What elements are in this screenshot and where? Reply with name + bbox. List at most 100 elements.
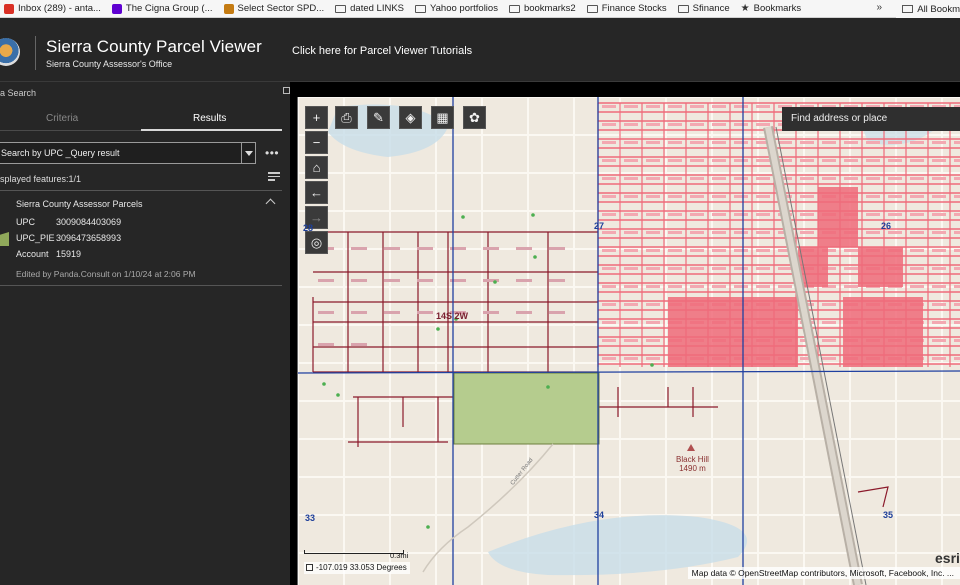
parcel-label xyxy=(734,159,748,162)
bookmark-item[interactable]: Select Sector SPD... xyxy=(220,3,332,14)
folder-icon xyxy=(677,4,689,13)
ruler-icon: ✎ xyxy=(373,109,384,125)
coordinate-readout[interactable]: -107.019 33.053 Degrees xyxy=(304,562,410,574)
attribute-row: UPC_PIE3096473658993 xyxy=(16,233,121,243)
parcel-label xyxy=(602,105,616,108)
parcel-label xyxy=(756,267,770,270)
all-bookmarks-label: All Bookm xyxy=(917,3,960,15)
parcel-label xyxy=(646,249,660,252)
parcel-label xyxy=(954,249,960,252)
parcel-label xyxy=(778,285,792,288)
zoom-in-button[interactable]: + xyxy=(305,106,328,129)
parcel-label xyxy=(866,159,880,162)
maximize-icon[interactable] xyxy=(283,87,290,94)
edited-info: Edited by Panda.Consult on 1/10/24 at 2:… xyxy=(16,269,196,279)
active-tab-indicator xyxy=(141,129,282,131)
parcel-label xyxy=(624,249,638,252)
well-point xyxy=(322,382,326,386)
find-address-input[interactable]: Find address or place xyxy=(782,107,960,131)
parcel-label xyxy=(932,339,946,342)
folder-icon xyxy=(586,4,598,13)
zoom-out-button[interactable]: − xyxy=(305,131,328,154)
search-panel: a Search Criteria Results Search by UPC … xyxy=(0,82,290,585)
bookmark-item[interactable]: Inbox (289) - anta... xyxy=(0,3,108,14)
features-count: splayed features:1/1 xyxy=(0,174,82,184)
parcel-label xyxy=(844,159,858,162)
tab-results[interactable]: Results xyxy=(193,113,226,124)
parcel-label xyxy=(602,285,616,288)
parcel-label xyxy=(954,141,960,144)
parcel-label xyxy=(734,123,748,126)
parcel-block xyxy=(843,297,923,367)
bookmark-item[interactable]: The Cigna Group (... xyxy=(108,3,220,14)
bookmark-label: Inbox (289) - anta... xyxy=(18,3,101,14)
parcel-label xyxy=(734,177,748,180)
parcel-label xyxy=(734,141,748,144)
list-options-icon[interactable] xyxy=(268,172,280,182)
parcel-label xyxy=(549,247,565,250)
bookmark-item[interactable]: bookmarks2 xyxy=(505,3,583,14)
parcel-label xyxy=(646,159,660,162)
parcel-label xyxy=(668,105,682,108)
parcel-label xyxy=(910,231,924,234)
home-button[interactable]: ⌂ xyxy=(305,156,328,179)
well-point xyxy=(531,213,535,217)
parcel-label xyxy=(624,339,638,342)
parcel-label xyxy=(624,213,638,216)
parcel-label xyxy=(932,195,946,198)
query-select[interactable]: Search by UPC _Query result xyxy=(0,142,256,164)
parcel-label xyxy=(822,177,836,180)
bookmarks-overflow-button[interactable]: » xyxy=(876,2,882,13)
parcel-label xyxy=(954,159,960,162)
parcel-label xyxy=(712,195,726,198)
tab-criteria[interactable]: Criteria xyxy=(46,113,78,124)
parcel-label xyxy=(822,303,836,306)
parcel-label xyxy=(646,321,660,324)
all-bookmarks-button[interactable]: All Bookm xyxy=(896,0,960,18)
parcel-label xyxy=(624,285,638,288)
back-button[interactable]: ← xyxy=(305,181,328,204)
parcel-label xyxy=(844,267,858,270)
locate-button[interactable]: ◎ xyxy=(305,231,328,254)
parcel-label xyxy=(417,247,433,250)
bookmark-item[interactable]: Sfinance xyxy=(674,3,737,14)
parcel-label xyxy=(888,195,902,198)
chevron-up-icon[interactable] xyxy=(265,198,276,209)
attribute-key: Account xyxy=(16,249,49,259)
measure-button[interactable]: ✎ xyxy=(367,106,390,129)
basemap-gallery-button[interactable]: ▦ xyxy=(431,106,454,129)
parcel-label xyxy=(624,267,638,270)
print-button[interactable]: ⎙ xyxy=(335,106,358,129)
parcel-label xyxy=(932,159,946,162)
parcel-label xyxy=(602,159,616,162)
layers-button[interactable]: ◈ xyxy=(399,106,422,129)
parcel-label xyxy=(690,177,704,180)
parcel-label xyxy=(888,231,902,234)
map-canvas[interactable] xyxy=(298,97,960,585)
parcel-label xyxy=(690,213,704,216)
parcel-label xyxy=(646,105,660,108)
parcel-label xyxy=(351,311,367,314)
parcel-label xyxy=(646,213,660,216)
bookmark-label: The Cigna Group (... xyxy=(125,3,213,14)
parcel-label xyxy=(932,177,946,180)
parcel-label xyxy=(756,159,770,162)
tutorial-link[interactable]: Click here for Parcel Viewer Tutorials xyxy=(292,45,472,57)
bookmark-item[interactable]: ★ Bookmarks xyxy=(737,3,808,14)
palette-button[interactable]: ✿ xyxy=(463,106,486,129)
printer-icon: ⎙ xyxy=(341,109,352,125)
parcel-symbol-icon xyxy=(0,232,9,246)
bookmark-item[interactable]: Yahoo portfolios xyxy=(411,3,505,14)
parcel-label xyxy=(822,339,836,342)
parcel-label xyxy=(690,123,704,126)
bookmark-label: Sfinance xyxy=(692,3,730,14)
map-view[interactable]: + − ⌂ ← → ◎ ⎙ ✎ ◈ ▦ ✿ Find address or pl… xyxy=(297,97,960,585)
parcel-label xyxy=(954,213,960,216)
parcel-label xyxy=(778,159,792,162)
parcel-label xyxy=(668,267,682,270)
more-options-icon[interactable]: ••• xyxy=(265,146,279,160)
parcel-label xyxy=(318,279,334,282)
parcel-block xyxy=(668,297,738,367)
bookmark-item[interactable]: dated LINKS xyxy=(331,3,411,14)
bookmark-item[interactable]: Finance Stocks xyxy=(583,3,674,14)
